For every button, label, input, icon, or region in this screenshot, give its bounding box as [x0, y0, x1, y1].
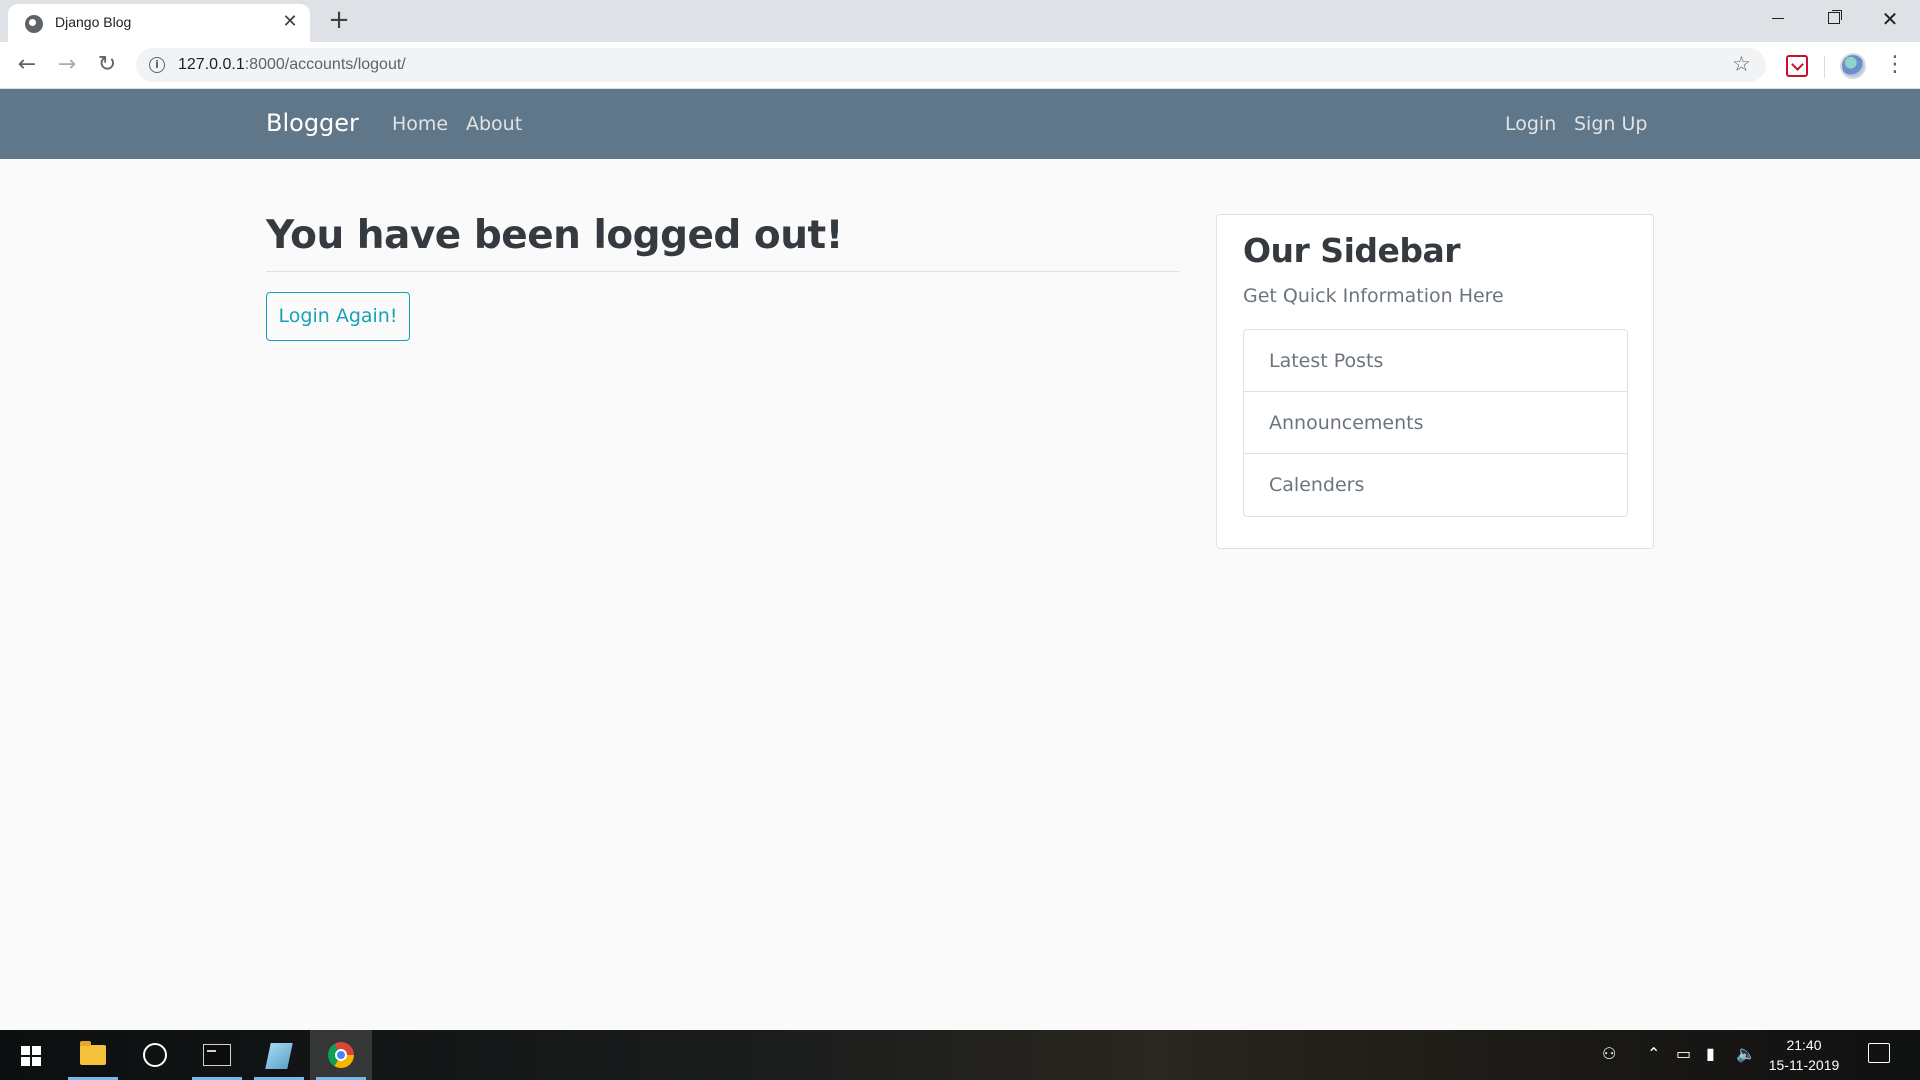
tab-title: Django Blog	[55, 14, 132, 30]
sidebar-list: Latest Posts Announcements Calenders	[1243, 329, 1628, 517]
nav-link-login[interactable]: Login	[1505, 113, 1556, 135]
page-heading: You have been logged out!	[266, 213, 843, 258]
cortana-ring-icon	[143, 1043, 167, 1067]
browser-toolbar: ← → ↻ i 127.0.0.1:8000/accounts/logout/ …	[0, 42, 1920, 89]
clock-time: 21:40	[1786, 1037, 1822, 1053]
nav-link-about[interactable]: About	[466, 113, 522, 135]
globe-icon	[25, 15, 43, 33]
window-close-button[interactable]: ✕	[1862, 0, 1918, 38]
url-host: 127.0.0.1	[178, 56, 245, 73]
info-icon[interactable]: i	[149, 57, 165, 73]
window-minimize-button[interactable]	[1750, 0, 1806, 38]
sidebar-item-latest-posts[interactable]: Latest Posts	[1244, 330, 1627, 392]
kebab-menu-icon[interactable]: ⋮	[1884, 50, 1906, 80]
minimize-icon	[1772, 18, 1784, 19]
pocket-extension-icon[interactable]	[1786, 55, 1808, 77]
taskbar-chrome[interactable]	[310, 1030, 372, 1080]
url-path: :8000/accounts/logout/	[244, 56, 406, 73]
system-clock[interactable]: 21:40 15-11-2019	[1764, 1035, 1844, 1075]
browser-tab[interactable]: Django Blog ✕	[8, 4, 310, 42]
sidebar-card: Our Sidebar Get Quick Information Here L…	[1216, 214, 1654, 549]
network-icon[interactable]: ▭	[1676, 1044, 1691, 1063]
taskbar-terminal[interactable]	[186, 1030, 248, 1080]
login-again-button[interactable]: Login Again!	[266, 292, 410, 341]
action-center-icon[interactable]	[1868, 1043, 1890, 1063]
sidebar-item-announcements[interactable]: Announcements	[1244, 392, 1627, 454]
nav-link-signup[interactable]: Sign Up	[1574, 113, 1647, 135]
windows-taskbar: ⚇ ⌃ ▭ ▮ 🔈 21:40 15-11-2019	[0, 1030, 1920, 1080]
nav-link-home[interactable]: Home	[392, 113, 448, 135]
clock-date: 15-11-2019	[1768, 1057, 1840, 1073]
address-bar[interactable]: i 127.0.0.1:8000/accounts/logout/ ☆	[136, 48, 1766, 82]
start-button[interactable]	[0, 1030, 62, 1080]
sidebar-subtitle: Get Quick Information Here	[1243, 285, 1504, 307]
people-icon[interactable]: ⚇	[1602, 1044, 1616, 1063]
terminal-icon	[203, 1044, 231, 1066]
taskbar-cortana[interactable]	[124, 1030, 186, 1080]
divider	[266, 271, 1179, 272]
tab-close-icon[interactable]: ✕	[280, 12, 300, 32]
taskbar-notepad[interactable]	[248, 1030, 310, 1080]
site-navbar: Blogger Home About Login Sign Up	[0, 89, 1920, 159]
taskbar-file-explorer[interactable]	[62, 1030, 124, 1080]
reload-icon[interactable]: ↻	[93, 51, 121, 79]
restore-icon	[1828, 12, 1840, 24]
windows-logo-icon	[21, 1046, 41, 1066]
bookmark-star-icon[interactable]: ☆	[1732, 52, 1751, 76]
back-arrow-icon[interactable]: ←	[13, 51, 41, 79]
chevron-up-icon[interactable]: ⌃	[1647, 1044, 1660, 1063]
brand-logo[interactable]: Blogger	[266, 109, 359, 137]
chrome-icon	[328, 1042, 354, 1068]
toolbar-separator	[1824, 56, 1825, 78]
profile-avatar-icon[interactable]	[1840, 53, 1866, 79]
folder-icon	[80, 1041, 106, 1065]
volume-icon[interactable]: 🔈	[1736, 1044, 1756, 1063]
new-tab-button[interactable]: +	[325, 6, 353, 34]
window-restore-button[interactable]	[1806, 0, 1862, 38]
url-text[interactable]: 127.0.0.1:8000/accounts/logout/	[178, 56, 406, 74]
sidebar-title: Our Sidebar	[1243, 231, 1461, 270]
forward-arrow-icon[interactable]: →	[53, 51, 81, 79]
battery-icon[interactable]: ▮	[1706, 1044, 1715, 1063]
browser-tab-strip: Django Blog ✕ + ✕	[0, 0, 1920, 42]
sidebar-item-calenders[interactable]: Calenders	[1244, 454, 1627, 516]
notepad-icon	[265, 1043, 293, 1069]
